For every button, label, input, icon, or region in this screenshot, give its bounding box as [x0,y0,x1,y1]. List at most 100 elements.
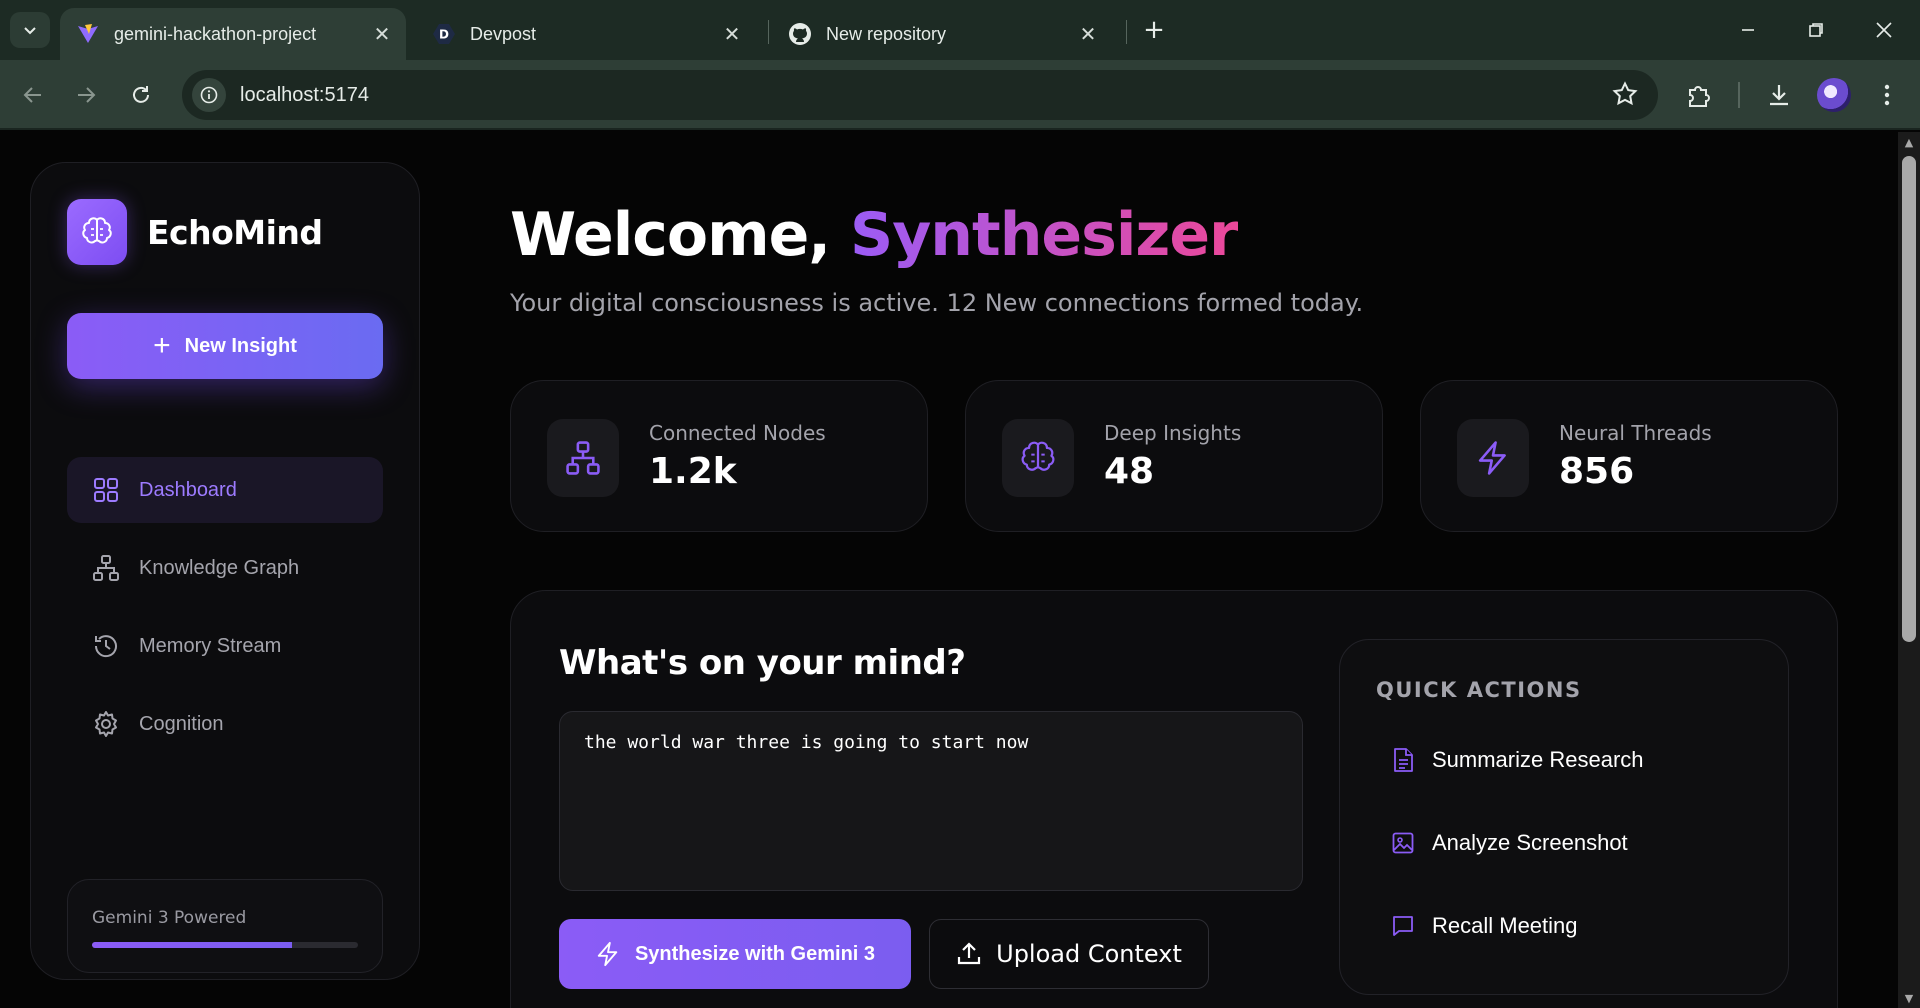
sidebar: EchoMind + New Insight Dashboard Knowled… [30,162,420,980]
tab-search-button[interactable] [10,12,50,48]
sidebar-item-label: Dashboard [139,478,237,501]
restore-button[interactable] [1796,10,1836,50]
address-bar[interactable]: localhost:5174 [182,70,1658,120]
reload-icon [133,86,149,103]
close-icon[interactable]: ✕ [1074,20,1102,48]
devpost-icon: D [432,22,456,46]
welcome-prefix: Welcome, [510,200,850,270]
sidebar-item-label: Memory Stream [139,634,282,657]
plus-icon: + [153,329,171,362]
history-icon [91,631,121,661]
stat-value: 1.2k [649,451,737,492]
svg-text:D: D [439,28,449,42]
composer-title: What's on your mind? [559,643,966,683]
scrollbar-thumb[interactable] [1902,156,1916,642]
stat-card-connected-nodes: Connected Nodes 1.2k [510,380,928,532]
sidebar-item-label: Knowledge Graph [139,556,300,579]
stat-card-neural-threads: Neural Threads 856 [1420,380,1838,532]
quick-actions-title: QUICK ACTIONS [1376,678,1582,702]
github-icon [788,22,812,46]
brain-icon [1002,419,1074,497]
new-tab-button[interactable]: + [1138,14,1170,46]
stat-value: 856 [1559,451,1635,492]
kebab-menu-icon [1884,84,1890,106]
powered-by-card: Gemini 3 Powered [67,879,383,973]
toolbar-divider [1738,82,1740,108]
thought-input[interactable]: the world war three is going to start no… [559,711,1303,891]
site-info-icon[interactable] [192,78,226,112]
sidebar-item-memory-stream[interactable]: Memory Stream [67,613,383,679]
document-icon [1392,748,1416,772]
scroll-down-icon[interactable]: ▼ [1902,992,1916,1006]
zap-icon [595,941,621,967]
reload-button[interactable] [122,76,160,114]
url-text: localhost:5174 [240,83,369,106]
forward-button[interactable] [67,76,105,114]
stat-value: 48 [1104,451,1155,492]
sidebar-nav: Dashboard Knowledge Graph Memory Stream … [67,457,383,769]
arrow-left-icon [23,87,41,103]
sidebar-item-cognition[interactable]: Cognition [67,691,383,757]
powered-progress-fill [92,942,292,948]
sidebar-item-label: Cognition [139,712,224,735]
page-title: Welcome, Synthesizer [510,200,1239,270]
downloads-button[interactable] [1760,76,1798,114]
page-subtitle: Your digital consciousness is active. 12… [510,289,1364,317]
browser-tab-strip: gemini-hackathon-project ✕ D Devpost ✕ N… [0,0,1920,60]
network-icon [547,419,619,497]
gear-icon [91,709,121,739]
sidebar-item-knowledge-graph[interactable]: Knowledge Graph [67,535,383,601]
quick-actions-panel: QUICK ACTIONS Summarize Research Analyze… [1339,639,1789,995]
app-page: EchoMind + New Insight Dashboard Knowled… [0,132,1920,1008]
download-icon [1770,85,1788,106]
composer-card: What's on your mind? the world war three… [510,590,1838,1008]
stat-card-deep-insights: Deep Insights 48 [965,380,1383,532]
quick-action-analyze-screenshot[interactable]: Analyze Screenshot [1392,823,1628,863]
browser-menu-button[interactable] [1868,76,1906,114]
sidebar-item-dashboard[interactable]: Dashboard [67,457,383,523]
restore-icon [1809,23,1823,37]
powered-label: Gemini 3 Powered [92,908,247,928]
scroll-up-icon[interactable]: ▲ [1902,136,1916,150]
minimize-button[interactable] [1728,10,1768,50]
zap-icon [1457,419,1529,497]
new-insight-label: New Insight [184,334,297,357]
profile-avatar[interactable] [1817,78,1851,112]
brand-name: EchoMind [147,212,323,252]
tab-title: New repository [826,23,947,44]
star-icon[interactable] [1612,81,1638,111]
tab-title: gemini-hackathon-project [114,23,317,44]
new-insight-button[interactable]: + New Insight [67,313,383,379]
network-icon [91,553,121,583]
welcome-name: Synthesizer [849,200,1239,270]
arrow-right-icon [78,87,96,103]
upload-context-button[interactable]: Upload Context [929,919,1209,989]
tab-new-repository[interactable]: New repository ✕ [772,8,1112,60]
minimize-icon [1742,29,1754,31]
close-window-button[interactable] [1864,10,1904,50]
close-icon[interactable]: ✕ [718,20,746,48]
quick-action-label: Summarize Research [1432,747,1644,772]
brand[interactable]: EchoMind [67,199,323,265]
close-icon[interactable]: ✕ [368,20,396,48]
quick-action-recall-meeting[interactable]: Recall Meeting [1392,906,1578,946]
brain-icon [67,199,127,265]
extensions-button[interactable] [1680,76,1718,114]
message-icon [1392,914,1416,938]
tab-devpost[interactable]: D Devpost ✕ [416,8,756,60]
browser-toolbar: localhost:5174 [0,60,1920,130]
stat-label: Neural Threads [1559,421,1712,445]
synthesize-button[interactable]: Synthesize with Gemini 3 [559,919,911,989]
quick-action-summarize-research[interactable]: Summarize Research [1392,740,1644,780]
puzzle-icon [1689,86,1710,107]
grid-icon [91,475,121,505]
tab-title: Devpost [470,23,537,44]
chevron-down-icon [24,27,36,35]
stat-label: Deep Insights [1104,421,1242,445]
quick-action-label: Recall Meeting [1432,913,1578,938]
close-icon [1876,22,1892,38]
tab-gemini-hackathon[interactable]: gemini-hackathon-project ✕ [60,8,406,60]
page-scrollbar[interactable]: ▲ ▼ [1898,132,1920,1008]
tab-separator [768,20,769,44]
back-button[interactable] [14,76,52,114]
